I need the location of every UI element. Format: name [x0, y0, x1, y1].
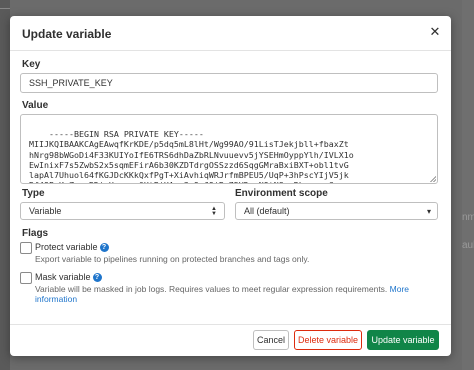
background-divider	[0, 8, 10, 9]
mask-variable-label: Mask variable?	[35, 272, 102, 283]
key-label: Key	[22, 59, 41, 70]
type-select[interactable]: Variable ▲ ▼	[20, 202, 225, 220]
type-label: Type	[22, 188, 45, 199]
protect-variable-checkbox[interactable]	[20, 242, 32, 254]
modal-footer: Cancel Delete variable Update variable	[10, 324, 451, 356]
help-icon[interactable]: ?	[92, 273, 102, 283]
resize-handle[interactable]	[429, 175, 436, 182]
protect-variable-label: Protect variable?	[35, 242, 109, 253]
key-input-value: SSH_PRIVATE_KEY	[29, 78, 113, 88]
mask-hint-text: Variable will be masked in job logs. Req…	[35, 284, 388, 294]
protect-variable-text: Protect variable	[35, 242, 98, 252]
update-variable-modal: Update variable ✕ Key SSH_PRIVATE_KEY Va…	[10, 16, 451, 356]
protect-variable-hint: Export variable to pipelines running on …	[35, 254, 310, 264]
background-peek-text: ault)	[462, 240, 474, 251]
modal-header: Update variable ✕	[10, 16, 451, 51]
mask-variable-text: Mask variable	[35, 272, 91, 282]
chevron-down-icon: ▾	[426, 207, 431, 216]
delete-variable-button[interactable]: Delete variable	[294, 330, 362, 350]
key-input[interactable]: SSH_PRIVATE_KEY	[20, 73, 438, 93]
environment-scope-label: Environment scope	[235, 188, 328, 199]
value-textarea[interactable]: -----BEGIN RSA PRIVATE KEY----- MIIJKQIB…	[20, 114, 438, 184]
mask-variable-hint: Variable will be masked in job logs. Req…	[35, 284, 435, 304]
modal-title: Update variable	[22, 27, 112, 41]
environment-scope-dropdown[interactable]: All (default) ▾	[235, 202, 438, 220]
type-select-value: Variable	[29, 206, 62, 216]
background-peek-text: nmen	[462, 212, 474, 223]
background-page-left	[0, 0, 10, 370]
flags-label: Flags	[22, 228, 49, 239]
update-variable-button[interactable]: Update variable	[367, 330, 439, 350]
close-icon[interactable]: ✕	[427, 24, 443, 40]
mask-variable-checkbox[interactable]	[20, 272, 32, 284]
background-page-right	[462, 0, 474, 370]
help-icon[interactable]: ?	[99, 243, 109, 253]
select-arrows-icon: ▲ ▼	[211, 206, 217, 217]
more-information-link[interactable]: More	[390, 284, 409, 294]
value-label: Value	[22, 100, 49, 111]
cancel-button[interactable]: Cancel	[253, 330, 289, 350]
environment-scope-value: All (default)	[244, 206, 290, 216]
value-textarea-content: -----BEGIN RSA PRIVATE KEY----- MIIJKQIB…	[29, 129, 354, 183]
more-information-link-cont[interactable]: information	[35, 294, 77, 304]
